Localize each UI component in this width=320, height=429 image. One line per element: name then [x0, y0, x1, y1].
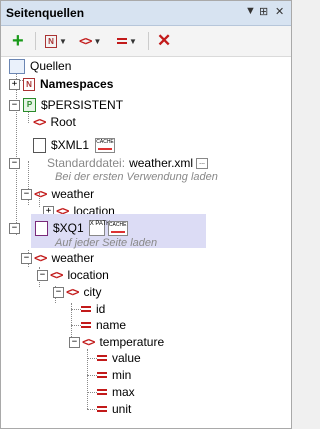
attribute-icon — [81, 304, 91, 314]
element-icon: <> — [33, 115, 46, 129]
add-attribute-button[interactable]: ▼ — [117, 32, 137, 50]
sources-tree: Quellen + N Namespaces − P $PERSISTENT <… — [1, 57, 291, 428]
default-file-name[interactable]: weather.xml — [129, 156, 193, 170]
tree-connector — [71, 325, 81, 326]
tree-item-xq1-location[interactable]: − <> location — [37, 267, 109, 283]
tree-root-sources[interactable]: Quellen — [9, 58, 71, 74]
collapse-toggle[interactable]: − — [21, 188, 32, 200]
delete-icon: ✕ — [157, 31, 172, 50]
tree-item-value[interactable]: value — [97, 350, 141, 366]
tree-item-temperature[interactable]: − <> temperature — [69, 334, 164, 350]
tree-item-unit[interactable]: unit — [97, 401, 131, 417]
add-namespace-button[interactable]: N ▼ — [45, 32, 67, 50]
cache-icon[interactable]: CACHE — [95, 137, 116, 153]
chevron-down-icon: ▼ — [93, 36, 102, 46]
cache-icon[interactable]: CACHE — [107, 220, 128, 236]
panel-toolbar: + N ▼ <> ▼ ▼ ✕ — [1, 26, 291, 57]
tree-connector — [87, 375, 97, 376]
collapse-toggle[interactable]: − — [21, 252, 32, 264]
tree-item-name[interactable]: name — [81, 317, 126, 333]
tree-item-persistent[interactable]: − P $PERSISTENT — [9, 97, 123, 113]
chevron-down-icon: ▼ — [129, 36, 137, 46]
element-icon: <> — [34, 251, 47, 265]
collapse-toggle[interactable]: − — [37, 269, 48, 281]
toolbar-separator — [35, 32, 36, 50]
tree-item-namespaces[interactable]: + N Namespaces — [9, 76, 113, 92]
xq1-load-note: Auf jeder Seite laden — [55, 237, 158, 249]
attribute-icon — [81, 320, 91, 330]
tree-connector — [16, 67, 17, 235]
delete-button[interactable]: ✕ — [157, 31, 172, 50]
pin-icon[interactable]: ⊞ — [259, 5, 268, 18]
collapse-toggle[interactable]: − — [53, 286, 64, 298]
xpath-icon[interactable]: X PATH — [88, 220, 110, 236]
tree-item-id[interactable]: id — [81, 301, 105, 317]
attribute-icon — [97, 370, 107, 380]
sources-icon — [9, 58, 25, 74]
tree-connector — [71, 309, 81, 310]
plus-icon: + — [12, 30, 24, 52]
panel-titlebar: Seitenquellen ▼ ⊞ ✕ — [1, 1, 291, 26]
chevron-down-icon: ▼ — [59, 36, 67, 46]
attribute-icon — [97, 404, 107, 414]
element-icon: <> — [82, 335, 95, 349]
xquery-document-icon — [35, 220, 48, 236]
attribute-icon — [97, 353, 107, 363]
element-icon: <> — [79, 34, 92, 48]
add-element-button[interactable]: <> ▼ — [79, 32, 101, 50]
expand-toggle[interactable]: + — [9, 78, 20, 90]
namespace-icon: N — [45, 34, 57, 48]
toolbar-separator — [148, 32, 149, 50]
tree-item-xq1-weather[interactable]: − <> weather — [21, 250, 94, 266]
tree-connector — [87, 392, 97, 393]
page-sources-panel: Seitenquellen ▼ ⊞ ✕ + N ▼ <> ▼ ▼ ✕ Quell… — [0, 0, 292, 429]
persistent-icon: P — [23, 98, 36, 112]
tree-item-min[interactable]: min — [97, 367, 131, 383]
close-panel-button[interactable]: ✕ — [275, 5, 284, 18]
panel-title: Seitenquellen — [6, 6, 85, 20]
tree-item-xq1[interactable]: − $XQ1 X PATH CACHE — [9, 220, 128, 236]
collapse-toggle[interactable]: − — [69, 336, 80, 348]
xml1-load-note: Bei der ersten Verwendung laden — [55, 171, 218, 183]
panel-menu-dropdown[interactable]: ▼ — [245, 5, 256, 17]
tree-item-max[interactable]: max — [97, 384, 135, 400]
attribute-icon — [117, 36, 127, 46]
element-icon: <> — [50, 268, 63, 282]
element-icon: <> — [66, 285, 79, 299]
tree-item-root[interactable]: <> Root — [33, 114, 76, 130]
tree-item-xml1[interactable]: $XML1 CACHE — [33, 137, 116, 153]
tree-item-xml1-weather[interactable]: − <> weather — [21, 186, 94, 202]
browse-file-button[interactable]: ... — [196, 157, 209, 169]
collapse-toggle[interactable]: − — [9, 99, 20, 111]
tree-connector — [87, 409, 97, 410]
attribute-icon — [97, 387, 107, 397]
document-icon — [33, 137, 46, 153]
tree-connector — [87, 358, 97, 359]
add-source-button[interactable]: + — [12, 30, 24, 52]
namespace-icon: N — [23, 77, 35, 91]
tree-item-city[interactable]: − <> city — [53, 284, 101, 300]
element-icon: <> — [34, 187, 47, 201]
collapse-toggle[interactable]: − — [9, 222, 20, 234]
collapse-toggle[interactable]: − — [9, 157, 20, 169]
